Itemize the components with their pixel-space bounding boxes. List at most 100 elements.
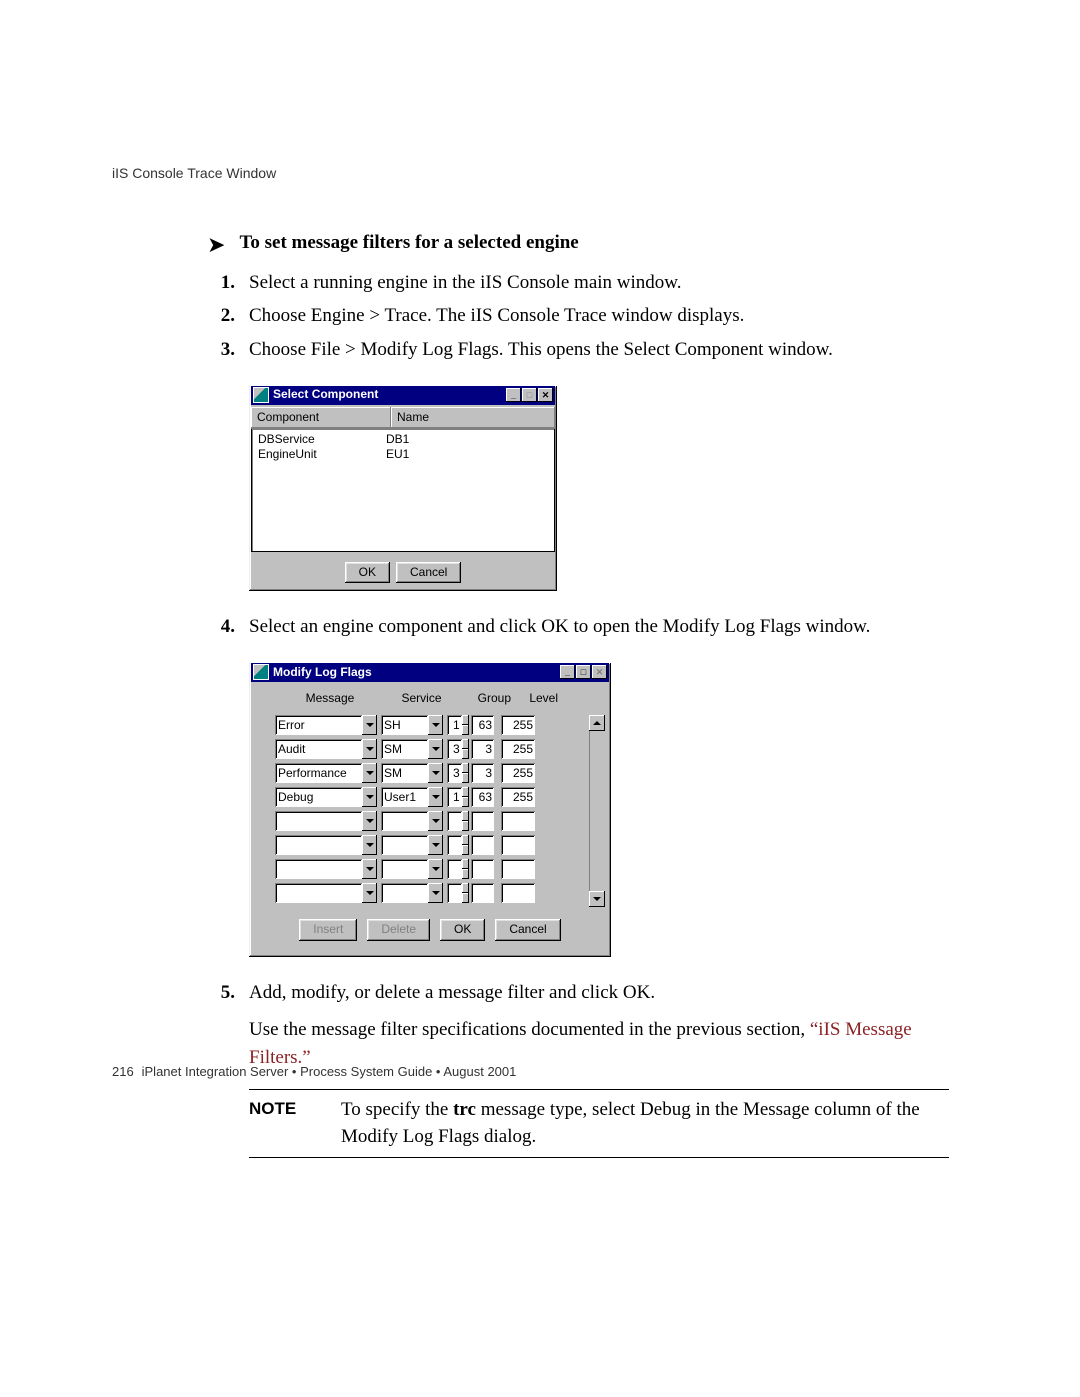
level-field[interactable] xyxy=(501,811,535,831)
group-from-value[interactable] xyxy=(447,811,462,831)
group-from-stepper[interactable] xyxy=(447,835,469,855)
group-to-stepper[interactable] xyxy=(471,883,499,903)
message-dropdown[interactable] xyxy=(275,859,377,879)
group-to-value[interactable]: 3 xyxy=(471,739,494,759)
group-from-value[interactable] xyxy=(447,859,462,879)
message-value[interactable] xyxy=(275,835,362,855)
spinner[interactable] xyxy=(462,787,469,807)
service-value[interactable]: SM xyxy=(381,763,428,783)
group-to-value[interactable] xyxy=(471,835,494,855)
message-value[interactable]: Error xyxy=(275,715,362,735)
group-from-stepper[interactable]: 3 xyxy=(447,739,469,759)
group-to-value[interactable] xyxy=(471,811,494,831)
service-dropdown[interactable]: SM xyxy=(381,763,443,783)
chevron-down-icon[interactable] xyxy=(428,763,443,783)
chevron-down-icon[interactable] xyxy=(362,715,377,735)
group-from-value[interactable] xyxy=(447,835,462,855)
chevron-down-icon[interactable] xyxy=(428,859,443,879)
chevron-down-icon[interactable] xyxy=(362,811,377,831)
chevron-down-icon[interactable] xyxy=(428,739,443,759)
level-field[interactable]: 255 xyxy=(501,787,535,807)
group-to-stepper[interactable]: 3 xyxy=(471,763,499,783)
group-from-value[interactable]: 1 xyxy=(447,715,462,735)
level-value[interactable] xyxy=(501,883,535,903)
cancel-button[interactable]: Cancel xyxy=(396,562,461,583)
scrollbar[interactable] xyxy=(589,715,605,907)
level-value[interactable]: 255 xyxy=(501,715,535,735)
group-to-stepper[interactable] xyxy=(471,811,499,831)
message-dropdown[interactable] xyxy=(275,811,377,831)
chevron-down-icon[interactable] xyxy=(428,811,443,831)
group-to-value[interactable]: 63 xyxy=(471,715,494,735)
level-value[interactable] xyxy=(501,811,535,831)
service-dropdown[interactable] xyxy=(381,883,443,903)
level-field[interactable] xyxy=(501,859,535,879)
service-dropdown[interactable] xyxy=(381,835,443,855)
group-to-stepper[interactable]: 63 xyxy=(471,787,499,807)
chevron-down-icon[interactable] xyxy=(362,859,377,879)
list-item[interactable]: EngineUnit EU1 xyxy=(252,446,554,461)
service-value[interactable]: SM xyxy=(381,739,428,759)
group-from-value[interactable] xyxy=(447,883,462,903)
group-to-value[interactable] xyxy=(471,883,494,903)
close-button[interactable]: ✕ xyxy=(538,388,553,402)
level-value[interactable]: 255 xyxy=(501,787,535,807)
chevron-down-icon[interactable] xyxy=(362,739,377,759)
chevron-down-icon[interactable] xyxy=(428,883,443,903)
service-dropdown[interactable] xyxy=(381,811,443,831)
scroll-up-button[interactable] xyxy=(589,715,605,731)
chevron-down-icon[interactable] xyxy=(428,715,443,735)
group-from-stepper[interactable]: 1 xyxy=(447,787,469,807)
level-value[interactable]: 255 xyxy=(501,739,535,759)
message-value[interactable]: Performance xyxy=(275,763,362,783)
group-to-value[interactable]: 63 xyxy=(471,787,494,807)
group-from-value[interactable]: 1 xyxy=(447,787,462,807)
group-from-stepper[interactable] xyxy=(447,883,469,903)
spinner[interactable] xyxy=(462,835,469,855)
group-from-stepper[interactable] xyxy=(447,811,469,831)
group-to-value[interactable]: 3 xyxy=(471,763,494,783)
ok-button[interactable]: OK xyxy=(440,919,485,940)
titlebar[interactable]: Select Component _ □ ✕ xyxy=(251,386,555,405)
spinner[interactable] xyxy=(462,715,469,735)
group-to-value[interactable] xyxy=(471,859,494,879)
service-value[interactable]: User1 xyxy=(381,787,428,807)
service-value[interactable] xyxy=(381,835,428,855)
group-from-stepper[interactable]: 3 xyxy=(447,763,469,783)
scroll-down-button[interactable] xyxy=(589,891,605,907)
group-to-stepper[interactable] xyxy=(471,835,499,855)
cancel-button[interactable]: Cancel xyxy=(495,919,560,940)
spinner[interactable] xyxy=(462,763,469,783)
message-value[interactable]: Debug xyxy=(275,787,362,807)
chevron-down-icon[interactable] xyxy=(428,835,443,855)
group-from-stepper[interactable] xyxy=(447,859,469,879)
list-item[interactable]: DBService DB1 xyxy=(252,431,554,446)
message-dropdown[interactable]: Performance xyxy=(275,763,377,783)
minimize-button[interactable]: _ xyxy=(560,665,575,679)
group-from-value[interactable]: 3 xyxy=(447,763,462,783)
level-field[interactable] xyxy=(501,835,535,855)
level-field[interactable]: 255 xyxy=(501,739,535,759)
service-value[interactable] xyxy=(381,859,428,879)
message-value[interactable] xyxy=(275,883,362,903)
titlebar[interactable]: Modify Log Flags _ □ ✕ xyxy=(251,663,609,682)
message-dropdown[interactable]: Error xyxy=(275,715,377,735)
level-value[interactable] xyxy=(501,835,535,855)
message-dropdown[interactable]: Audit xyxy=(275,739,377,759)
service-value[interactable]: SH xyxy=(381,715,428,735)
minimize-button[interactable]: _ xyxy=(506,388,521,402)
spinner[interactable] xyxy=(462,739,469,759)
message-dropdown[interactable]: Debug xyxy=(275,787,377,807)
chevron-down-icon[interactable] xyxy=(428,787,443,807)
component-list[interactable]: DBService DB1 EngineUnit EU1 xyxy=(251,429,555,552)
group-to-stepper[interactable]: 3 xyxy=(471,739,499,759)
message-value[interactable] xyxy=(275,811,362,831)
message-value[interactable] xyxy=(275,859,362,879)
service-dropdown[interactable] xyxy=(381,859,443,879)
level-field[interactable]: 255 xyxy=(501,715,535,735)
spinner[interactable] xyxy=(462,859,469,879)
chevron-down-icon[interactable] xyxy=(362,835,377,855)
chevron-down-icon[interactable] xyxy=(362,763,377,783)
service-value[interactable] xyxy=(381,883,428,903)
spinner[interactable] xyxy=(462,883,469,903)
